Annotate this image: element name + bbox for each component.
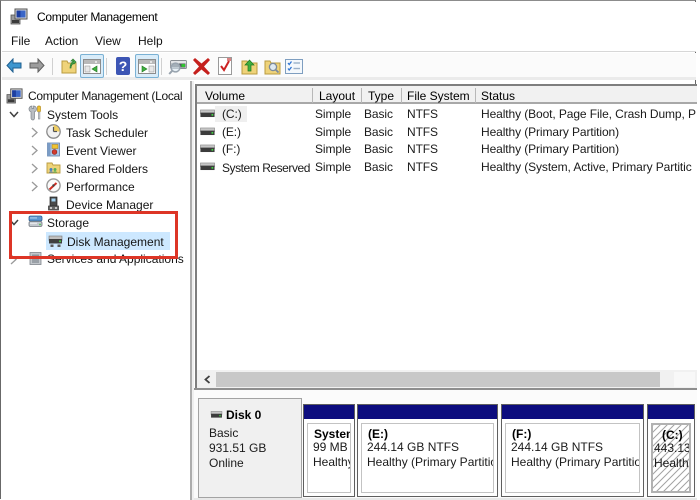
svg-text:?: ? xyxy=(119,58,128,74)
